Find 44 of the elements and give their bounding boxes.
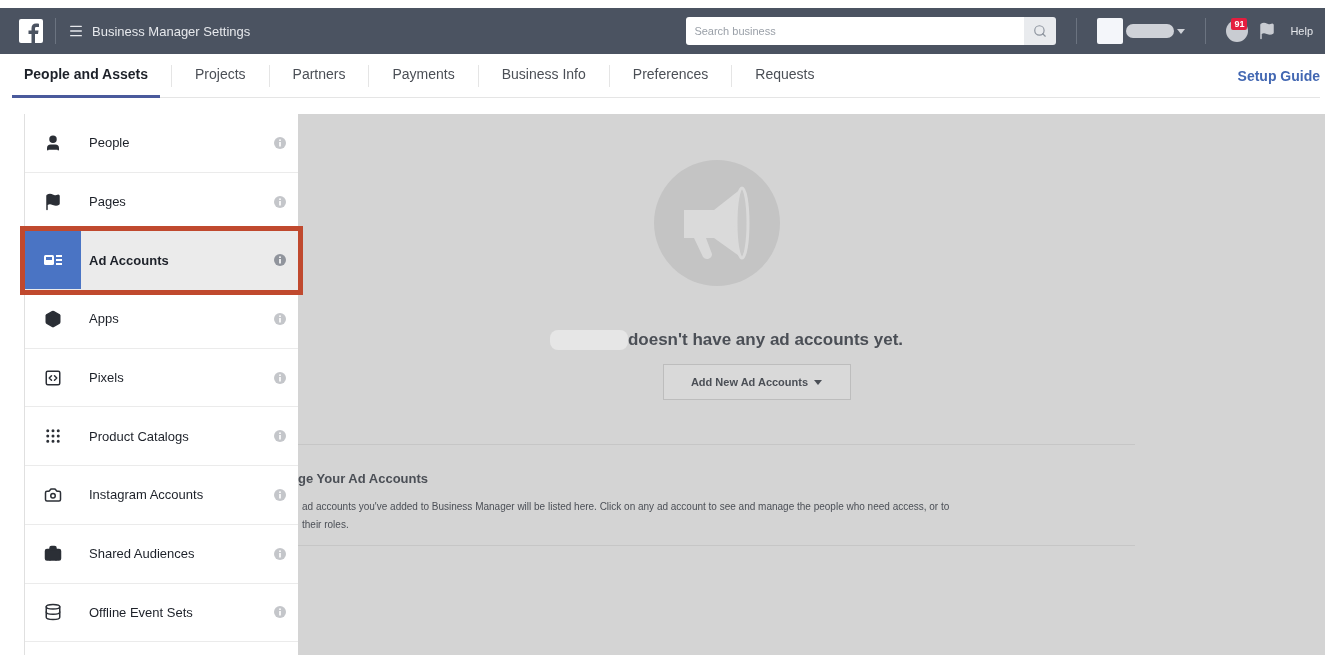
search-icon: [1033, 24, 1048, 38]
flag-icon[interactable]: [1258, 22, 1277, 40]
person-icon: [44, 133, 62, 152]
menu-icon[interactable]: [68, 23, 84, 39]
help-link[interactable]: Help: [1290, 25, 1313, 37]
app-title: Business Manager Settings: [92, 23, 251, 39]
section-heading: ge Your Ad Accounts: [298, 471, 429, 486]
info-icon[interactable]: [274, 547, 286, 560]
info-icon[interactable]: [274, 430, 286, 443]
tab[interactable]: Preferences: [620, 53, 721, 98]
empty-message: doesn't have any ad accounts yet.: [627, 330, 904, 350]
facebook-logo[interactable]: [19, 19, 43, 43]
info-icon[interactable]: [274, 606, 286, 619]
briefcase-icon: [44, 544, 62, 563]
code-window-icon: [44, 368, 62, 387]
info-icon[interactable]: [274, 488, 286, 501]
cube-icon: [44, 309, 62, 328]
info-icon[interactable]: [274, 254, 286, 267]
flag-icon: [44, 192, 62, 211]
database-icon: [44, 603, 62, 622]
setup-guide-link[interactable]: Setup Guide: [1237, 67, 1320, 84]
add-ad-accounts-button[interactable]: Add New Ad Accounts: [662, 364, 851, 400]
ad-card-icon: [44, 254, 62, 267]
tab[interactable]: People and Assets: [12, 53, 160, 98]
section-text: their roles.: [301, 518, 350, 532]
info-icon[interactable]: [274, 136, 286, 149]
dots-grid-icon: [44, 427, 62, 446]
tab[interactable]: Business Info: [489, 53, 598, 98]
caret-icon: [1177, 28, 1186, 34]
search-field[interactable]: Search business: [686, 17, 1025, 45]
info-icon[interactable]: [274, 371, 286, 384]
info-icon[interactable]: [274, 195, 286, 208]
tab[interactable]: Payments: [380, 53, 467, 98]
notifications-button[interactable]: 91: [1226, 20, 1249, 42]
tab[interactable]: Projects: [183, 53, 258, 98]
account-menu[interactable]: [1097, 18, 1186, 44]
notification-badge: 91: [1231, 18, 1248, 30]
info-icon[interactable]: [274, 312, 286, 325]
search-button[interactable]: [1024, 17, 1057, 45]
tab[interactable]: Requests: [743, 53, 827, 98]
tab[interactable]: Partners: [280, 53, 358, 98]
section-text: ad accounts you've added to Business Manager will be listed here. Click on any ad account to see and manage the people who need access, or to: [301, 500, 951, 514]
caret-icon: [814, 379, 823, 385]
camera-icon: [44, 485, 62, 504]
